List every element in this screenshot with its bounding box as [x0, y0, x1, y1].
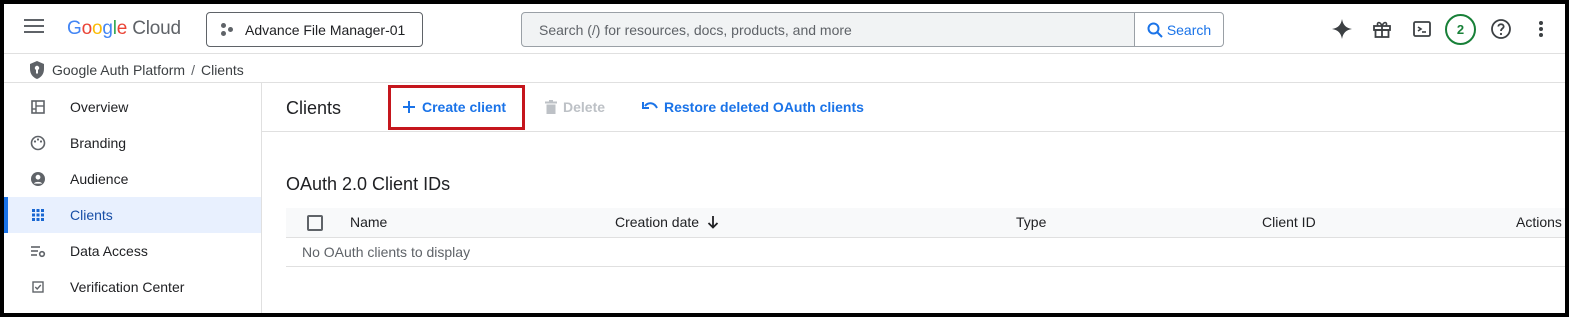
create-client-label: Create client	[422, 99, 507, 115]
section-title: OAuth 2.0 Client IDs	[286, 174, 451, 194]
search-button-label: Search	[1166, 21, 1212, 38]
breadcrumb: Google Auth Platform / Clients	[28, 58, 244, 82]
breadcrumb-item-auth-platform[interactable]: Google Auth Platform	[52, 62, 185, 78]
palette-icon	[30, 135, 46, 151]
gemini-sparkle-icon[interactable]	[1330, 17, 1354, 41]
main-menu-icon[interactable]	[24, 19, 44, 39]
sidebar-item-label: Branding	[70, 135, 127, 151]
undo-icon	[642, 102, 658, 109]
dashboard-icon	[30, 99, 46, 115]
sidebar-item-label: Overview	[70, 99, 129, 115]
google-cloud-logo[interactable]: Google Cloud	[67, 18, 181, 40]
column-header-type[interactable]: Type	[1016, 214, 1046, 230]
more-vert-icon[interactable]	[1529, 17, 1553, 41]
trash-icon	[545, 100, 557, 114]
page-title: Clients	[286, 98, 342, 118]
column-header-actions: Actions	[1516, 214, 1562, 230]
breadcrumb-item-clients[interactable]: Clients	[201, 62, 244, 78]
select-all-checkbox[interactable]	[307, 215, 323, 231]
data-access-icon	[30, 243, 46, 259]
search-input[interactable]: Search (/) for resources, docs, products…	[521, 12, 1135, 47]
sidebar-item-label: Clients	[70, 207, 113, 223]
project-name: Advance File Manager-01	[245, 21, 406, 38]
gift-icon[interactable]	[1370, 17, 1394, 41]
project-icon	[221, 22, 235, 37]
restore-label: Restore deleted OAuth clients	[664, 99, 864, 115]
sidebar-item-branding[interactable]: Branding	[4, 125, 261, 161]
delete-button[interactable]: Delete	[545, 97, 605, 117]
checkbox-icon	[30, 279, 46, 295]
restore-deleted-clients-button[interactable]: Restore deleted OAuth clients	[642, 97, 864, 117]
column-label: Type	[1016, 214, 1047, 230]
column-header-name[interactable]: Name	[350, 214, 387, 230]
arrow-down-icon	[707, 216, 719, 229]
sidebar-item-clients[interactable]: Clients	[4, 197, 261, 233]
page-toolbar: Clients Create client Delete Restore del…	[262, 83, 1565, 132]
breadcrumb-separator: /	[191, 62, 195, 78]
apps-grid-icon	[30, 207, 46, 223]
sidebar: Overview Branding Audience Clients Data …	[4, 83, 262, 313]
sidebar-item-data-access[interactable]: Data Access	[4, 233, 261, 269]
top-bar: Google Cloud Advance File Manager-01 Sea…	[4, 4, 1565, 54]
notifications-badge[interactable]: 2	[1445, 14, 1476, 45]
search-placeholder: Search (/) for resources, docs, products…	[539, 21, 852, 38]
sidebar-item-label: Verification Center	[70, 279, 185, 295]
column-label: Name	[350, 214, 388, 230]
search-button[interactable]: Search	[1134, 12, 1224, 47]
search-icon	[1147, 22, 1163, 38]
sidebar-item-verification-center[interactable]: Verification Center	[4, 269, 261, 305]
column-header-client-id[interactable]: Client ID	[1262, 214, 1316, 230]
column-label: Client ID	[1262, 214, 1316, 230]
table-header: Name Creation date Type Client ID Action…	[286, 208, 1565, 238]
create-client-button[interactable]: Create client	[402, 97, 506, 117]
column-label: Actions	[1516, 214, 1562, 230]
column-label: Creation date	[615, 214, 700, 230]
sidebar-item-label: Data Access	[70, 243, 148, 259]
project-picker-button[interactable]: Advance File Manager-01	[206, 12, 423, 47]
main-content: Clients Create client Delete Restore del…	[262, 83, 1565, 313]
account-circle-icon	[30, 171, 46, 187]
empty-table-message: No OAuth clients to display	[286, 238, 1565, 267]
sidebar-item-overview[interactable]: Overview	[4, 89, 261, 125]
column-header-creation-date[interactable]: Creation date	[615, 214, 719, 230]
delete-label: Delete	[563, 99, 606, 115]
cloud-shell-terminal-icon[interactable]	[1410, 17, 1434, 41]
app-window: Google Cloud Advance File Manager-01 Sea…	[4, 4, 1565, 313]
add-icon	[403, 101, 415, 113]
sidebar-item-audience[interactable]: Audience	[4, 161, 261, 197]
sidebar-item-label: Audience	[70, 171, 129, 187]
help-icon[interactable]	[1489, 17, 1513, 41]
shield-icon	[30, 61, 44, 79]
